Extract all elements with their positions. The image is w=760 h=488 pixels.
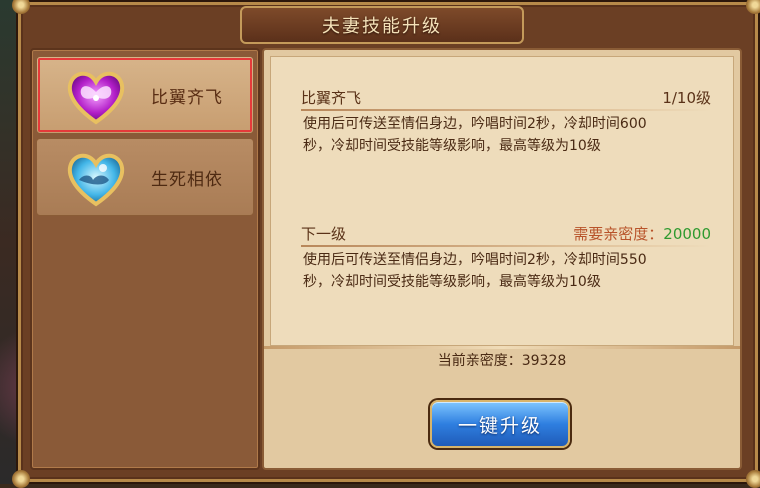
- skill-detail-box: 比翼齐飞 1/10级 使用后可传送至情侣身边，吟唱时间2秒，冷却时间600 秒，…: [270, 56, 734, 346]
- next-level-header: 下一级 需要亲密度：20000: [301, 221, 711, 245]
- purple-heart-wings-icon: [63, 62, 129, 128]
- current-skill-description: 使用后可传送至情侣身边，吟唱时间2秒，冷却时间600 秒，冷却时间受技能等级影响…: [303, 113, 693, 157]
- intimacy-requirement: 需要亲密度：20000: [573, 223, 711, 244]
- skill-name: 比翼齐飞: [151, 87, 223, 108]
- blue-heart-clouds-icon: [63, 144, 129, 210]
- description-line: 使用后可传送至情侣身边，吟唱时间2秒，冷却时间600: [303, 116, 647, 132]
- requirement-value: 20000: [663, 224, 711, 243]
- window-title: 夫妻技能升级: [322, 16, 442, 37]
- skill-item-shengsixiangyi[interactable]: 生死相依: [36, 138, 254, 216]
- skill-list: 比翼齐飞 生死相依: [30, 48, 260, 470]
- one-click-upgrade-button[interactable]: 一键升级: [430, 400, 570, 448]
- description-line: 使用后可传送至情侣身边，吟唱时间2秒，冷却时间550: [303, 252, 647, 268]
- skill-name: 生死相依: [151, 169, 223, 190]
- section-divider: [301, 245, 711, 247]
- requirement-label: 需要亲密度：: [573, 224, 664, 243]
- corner-ornament: [12, 470, 30, 488]
- description-line: 秒，冷却时间受技能等级影响，最高等级为10级: [303, 138, 601, 154]
- corner-ornament: [12, 0, 30, 14]
- next-level-description: 使用后可传送至情侣身边，吟唱时间2秒，冷却时间550 秒，冷却时间受技能等级影响…: [303, 249, 693, 293]
- skill-item-biyiqifei[interactable]: 比翼齐飞: [36, 56, 254, 134]
- corner-ornament: [746, 0, 760, 14]
- corner-ornament: [746, 470, 760, 488]
- current-skill-name: 比翼齐飞: [301, 88, 362, 107]
- section-divider: [301, 109, 711, 111]
- window-title-bar: 夫妻技能升级: [240, 6, 524, 44]
- panel-divider: [264, 346, 740, 349]
- description-line: 秒，冷却时间受技能等级影响，最高等级为10级: [303, 274, 601, 290]
- current-skill-header: 比翼齐飞 1/10级: [301, 85, 711, 109]
- skill-detail-panel: 比翼齐飞 1/10级 使用后可传送至情侣身边，吟唱时间2秒，冷却时间600 秒，…: [262, 48, 742, 470]
- next-level-label: 下一级: [301, 224, 347, 243]
- current-skill-level: 1/10级: [662, 88, 711, 107]
- current-intimacy: 当前亲密度：39328: [437, 353, 567, 369]
